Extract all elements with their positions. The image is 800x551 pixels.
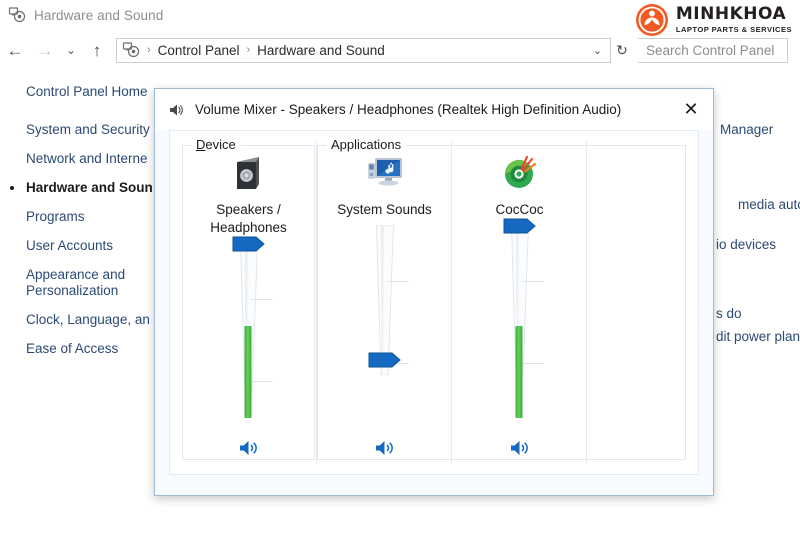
dialog-titlebar[interactable]: Volume Mixer - Speakers / Headphones (Re… xyxy=(155,89,713,130)
close-icon[interactable]: ✕ xyxy=(669,89,713,130)
slider-thumb-speakers[interactable] xyxy=(232,236,266,252)
volume-slider-system-sounds[interactable] xyxy=(318,219,451,428)
control-panel-icon xyxy=(122,42,140,58)
search-input[interactable]: Search Control Panel xyxy=(646,43,774,58)
speaker-icon xyxy=(168,102,184,118)
slider-tick-bottom-speakers xyxy=(251,381,274,382)
channel-divider-system-sounds-coccoc xyxy=(451,141,452,464)
navigation-bar: ← → ⌄ ↑ › Control Panel › Hardware and S… xyxy=(0,32,800,68)
search-box[interactable]: Search Control Panel xyxy=(638,37,788,63)
recent-locations-button[interactable]: ⌄ xyxy=(60,35,82,65)
channel-label-system-sounds: System Sounds xyxy=(337,202,432,217)
slider-tick-mid-coccoc xyxy=(522,281,545,282)
channel-speakers-headphones: Speakers / Headphones xyxy=(182,131,315,474)
slider-tick-mid-system-sounds xyxy=(387,281,410,282)
refresh-button[interactable]: ↻ xyxy=(611,38,633,62)
background-link-buttons-do[interactable]: s do xyxy=(716,306,742,321)
breadcrumb-separator-0: › xyxy=(147,44,151,56)
hardware-and-sound-icon xyxy=(8,7,26,23)
sidebar-item-appearance-and-personalization[interactable]: Appearance and Personalization xyxy=(0,267,150,299)
channel-label-speakers-headphones: Speakers / Headphones xyxy=(210,202,287,235)
channel-system-sounds: System Sounds xyxy=(318,131,451,474)
address-bar[interactable]: › Control Panel › Hardware and Sound ⌄ xyxy=(116,37,611,63)
screenshot-root: Hardware and Sound ← → ⌄ ↑ › Control Pan… xyxy=(0,0,800,551)
slider-tick-bottom-coccoc xyxy=(522,363,545,364)
system-sounds-icon xyxy=(363,147,407,193)
speaker-device-icon xyxy=(228,147,270,193)
breadcrumb-item-hardware-and-sound[interactable]: Hardware and Sound xyxy=(255,43,387,58)
volume-meter-speakers xyxy=(244,326,252,418)
minhkhoa-logo-text: MINHKHOA LAPTOP PARTS & SERVICES xyxy=(676,6,792,34)
mute-button-coccoc[interactable] xyxy=(509,428,531,474)
channel-coccoc: CocCoc xyxy=(453,131,586,474)
dialog-title: Volume Mixer - Speakers / Headphones (Re… xyxy=(195,102,622,117)
mute-button-system-sounds[interactable] xyxy=(374,428,396,474)
background-link-edit-power-plan[interactable]: dit power plan xyxy=(716,329,800,344)
breadcrumb-separator-1: › xyxy=(246,44,251,56)
back-button[interactable]: ← xyxy=(0,35,30,65)
window-title: Hardware and Sound xyxy=(34,7,164,23)
background-link-audio-devices[interactable]: io devices xyxy=(716,237,776,252)
forward-button[interactable]: → xyxy=(30,35,60,65)
up-button[interactable]: ↑ xyxy=(82,35,112,65)
mute-button-speakers-headphones[interactable] xyxy=(238,428,260,474)
coccoc-icon xyxy=(499,147,541,193)
background-link-autoplay[interactable]: media autom xyxy=(738,197,800,212)
minhkhoa-logo: MINHKHOA LAPTOP PARTS & SERVICES xyxy=(635,3,792,37)
volume-mixer-dialog: Volume Mixer - Speakers / Headphones (Re… xyxy=(154,88,714,496)
group-divider-device-applications xyxy=(316,141,317,464)
volume-slider-speakers-headphones[interactable] xyxy=(182,236,315,428)
background-link-device-manager[interactable]: Manager xyxy=(720,122,773,137)
chevron-down-icon[interactable]: ⌄ xyxy=(587,44,608,57)
logo-brand-name: MINHKHOA xyxy=(675,4,787,25)
volume-meter-coccoc xyxy=(515,326,523,418)
channel-divider-coccoc-empty xyxy=(586,141,587,464)
breadcrumb-item-control-panel[interactable]: Control Panel xyxy=(156,43,242,58)
channel-label-coccoc: CocCoc xyxy=(495,202,544,217)
slider-thumb-system-sounds[interactable] xyxy=(368,352,402,368)
volume-slider-coccoc[interactable] xyxy=(453,218,586,428)
minhkhoa-logo-icon xyxy=(635,3,669,37)
dialog-body: Device Applications Speakers / Headphone… xyxy=(169,130,699,475)
slider-thumb-coccoc[interactable] xyxy=(503,218,537,234)
logo-tagline: LAPTOP PARTS & SERVICES xyxy=(675,25,792,35)
slider-tick-mid-speakers xyxy=(251,299,274,300)
slider-trough-system-sounds[interactable] xyxy=(372,225,398,418)
